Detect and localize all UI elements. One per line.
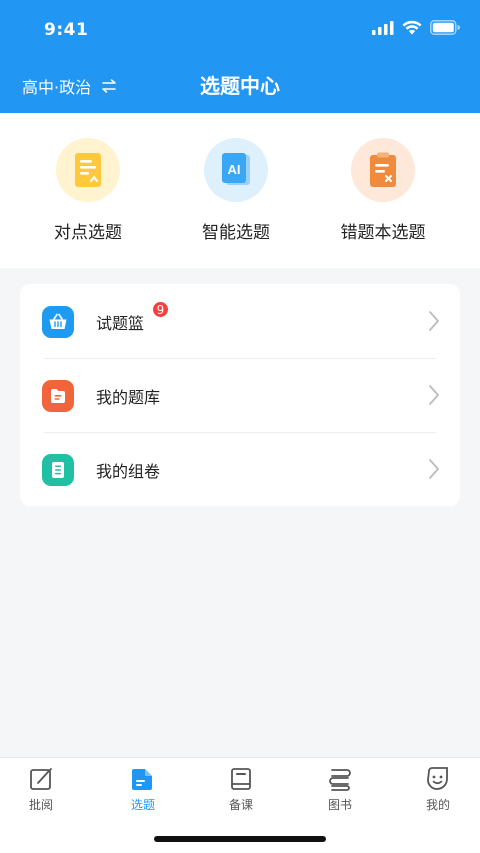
menu-item-my-papers[interactable]: 我的组卷 [20,432,460,506]
svg-text:AI: AI [228,162,241,177]
quick-action-point-select[interactable]: 对点选题 [18,138,158,243]
document-icon [56,138,120,202]
menu-item-question-basket[interactable]: 试题篮 9 [20,284,460,358]
menu-item-label: 我的组卷 [96,462,161,481]
quick-action-ai-select[interactable]: AI 智能选题 [166,138,306,243]
header: 9:41 高中·政治 选题中心 [0,0,480,113]
signal-icon [372,20,394,35]
battery-icon [430,20,460,35]
tab-label: 批阅 [28,798,53,812]
menu-item-label: 试题篮 [96,314,145,333]
tab-profile[interactable]: 我的 [390,766,480,822]
quick-action-label: 智能选题 [202,223,270,243]
tab-lesson-prep[interactable]: 备课 [193,766,289,822]
tab-books[interactable]: 图书 [292,766,388,822]
tab-label: 我的 [425,798,450,812]
nav-row: 高中·政治 选题中心 [0,66,480,106]
basket-icon [42,306,74,338]
quick-action-wrong-book-select[interactable]: 错题本选题 [313,138,453,243]
tab-label: 备课 [228,798,253,812]
tab-label: 选题 [130,798,155,812]
tab-label: 图书 [327,798,352,812]
menu-card: 试题篮 9 我的题库 我的组卷 [20,284,460,506]
status-bar: 9:41 [0,0,480,60]
ai-icon: AI [204,138,268,202]
menu-item-my-question-bank[interactable]: 我的题库 [20,358,460,432]
smile-icon [427,767,448,790]
home-indicator [154,836,326,842]
paper-list-icon [42,454,74,486]
menu-item-label: 我的题库 [96,388,161,407]
books-icon [329,769,351,791]
book-icon [231,768,251,790]
basket-count-badge: 9 [152,301,169,318]
status-time: 9:41 [44,20,89,40]
page-title: 选题中心 [200,74,280,98]
folder-icon [42,380,74,412]
chevron-right-icon [429,385,439,405]
wifi-icon [402,20,422,35]
quick-actions-panel: 对点选题 AI 智能选题 错题本选题 [0,113,480,268]
tab-select-questions[interactable]: 选题 [95,766,191,822]
select-question-icon [132,769,152,790]
chevron-right-icon [429,311,439,331]
status-icons [372,20,460,35]
edit-icon [30,768,52,790]
quick-action-label: 错题本选题 [340,223,426,243]
quick-action-label: 对点选题 [54,223,122,243]
wrong-book-icon [351,138,415,202]
tab-review[interactable]: 批阅 [0,766,89,822]
chevron-right-icon [429,459,439,479]
